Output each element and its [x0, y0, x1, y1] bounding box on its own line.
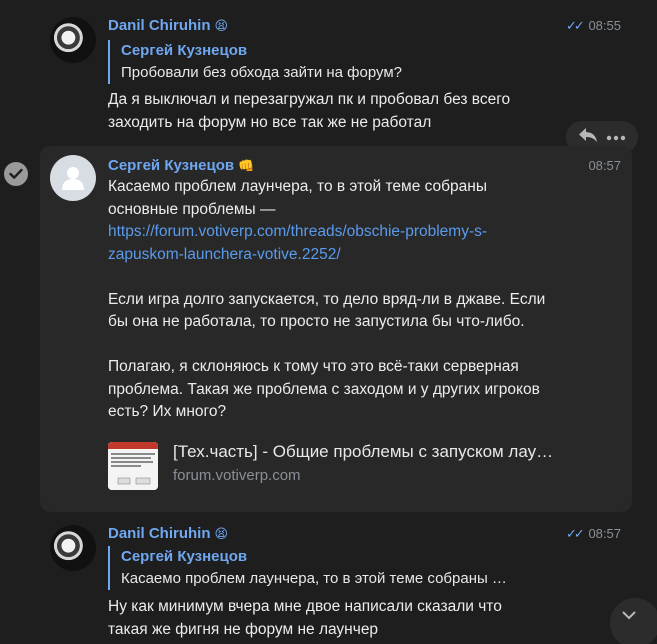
reply-quote[interactable]: Сергей Кузнецов Пробовали без обхода зай… — [108, 40, 402, 84]
reply-quote-author: Сергей Кузнецов — [121, 42, 248, 59]
thread-link[interactable]: https://forum.votiverp.com/threads/obsch… — [108, 221, 545, 244]
reply-quote[interactable]: Сергей Кузнецов Касаемо проблем лаунчера… — [108, 546, 507, 590]
user-silhouette-icon — [62, 167, 84, 190]
thread-link-continued[interactable]: zapuskom-launchera-votive.2252/ — [108, 244, 545, 267]
message-author[interactable]: Danil Chiruhin 😫 — [108, 17, 228, 34]
scroll-down-button[interactable] — [610, 598, 657, 644]
message-author[interactable]: Danil Chiruhin 😫 — [108, 525, 228, 542]
avatar-danil[interactable] — [50, 525, 96, 571]
author-status-emoji: 😫 — [214, 526, 229, 541]
read-checks-icon: ✓✓ — [566, 18, 585, 33]
more-dots-icon[interactable] — [606, 128, 626, 146]
avatar-danil[interactable] — [50, 17, 96, 63]
link-preview-site: forum.votiverp.com — [173, 467, 301, 484]
message-time: ✓✓ 08:57 — [566, 526, 621, 541]
author-status-emoji: 😫 — [214, 18, 229, 33]
reply-arrow-icon[interactable] — [578, 127, 598, 148]
message-text: Ну как минимум вчера мне двое написали с… — [108, 598, 502, 638]
reply-quote-author: Сергей Кузнецов — [121, 548, 248, 565]
avatar-sergey[interactable] — [50, 155, 96, 201]
link-preview-title: [Тех.часть] - Общие проблемы с запуском … — [173, 442, 554, 461]
message-3[interactable]: Danil Chiruhin 😫 ✓✓ 08:57 Сергей Кузнецов… — [0, 516, 657, 644]
message-text: Касаемо проблем лаунчера, то в этой теме… — [108, 178, 546, 420]
message-time: 08:57 — [588, 158, 621, 173]
reply-quote-text: Пробовали без обхода зайти на форум? — [121, 64, 403, 81]
chevron-down-icon — [622, 607, 636, 625]
message-1[interactable]: Danil Chiruhin 😫 ✓✓ 08:55 Сергей Кузнецов… — [0, 0, 657, 140]
link-preview[interactable]: [Тех.часть] - Общие проблемы с запуском … — [108, 440, 568, 492]
message-text: Да я выключал и перезагружал пк и пробов… — [108, 91, 511, 131]
message-time: ✓✓ 08:55 — [566, 18, 621, 33]
read-checks-icon: ✓✓ — [566, 526, 585, 541]
reply-quote-text: Касаемо проблем лаунчера, то в этой теме… — [121, 570, 507, 587]
message-author[interactable]: Сергей Кузнецов 👊 — [108, 157, 254, 174]
author-status-emoji: 👊 — [238, 158, 255, 173]
link-preview-thumbnail — [108, 442, 158, 490]
